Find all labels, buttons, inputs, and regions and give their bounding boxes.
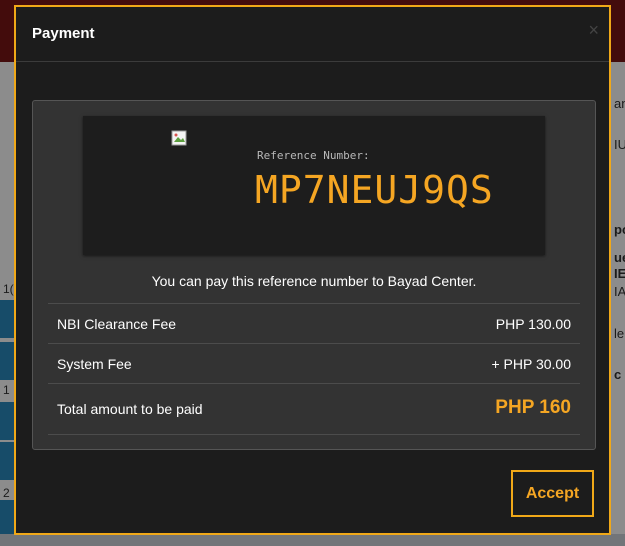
fee-row: System Fee + PHP 30.00 bbox=[48, 344, 580, 384]
fee-row: NBI Clearance Fee PHP 130.00 bbox=[48, 304, 580, 344]
fee-value: PHP 130.00 bbox=[495, 316, 571, 332]
broken-image-icon bbox=[171, 130, 187, 146]
total-amount: PHP 160 bbox=[495, 397, 571, 418]
close-icon[interactable]: × bbox=[588, 21, 599, 39]
total-label: Total amount to be paid bbox=[57, 401, 203, 417]
fee-value: + PHP 30.00 bbox=[491, 356, 571, 372]
payment-modal: Payment × Reference Number: MP7NEUJ9QS Y… bbox=[14, 5, 611, 535]
payment-instruction: You can pay this reference number to Bay… bbox=[151, 273, 477, 289]
modal-title: Payment bbox=[32, 25, 95, 42]
accept-button[interactable]: Accept bbox=[511, 470, 594, 517]
fee-label: NBI Clearance Fee bbox=[57, 316, 177, 332]
reference-label: Reference Number: bbox=[257, 149, 370, 162]
payment-details-panel: Reference Number: MP7NEUJ9QS You can pay… bbox=[32, 100, 596, 450]
reference-number: MP7NEUJ9QS bbox=[255, 168, 494, 212]
total-row: Total amount to be paid PHP 160 bbox=[48, 384, 580, 435]
fee-table: NBI Clearance Fee PHP 130.00 System Fee … bbox=[48, 303, 580, 435]
reference-box: Reference Number: MP7NEUJ9QS bbox=[83, 116, 545, 255]
fee-label: System Fee bbox=[57, 356, 132, 372]
modal-header: Payment × bbox=[16, 7, 609, 62]
